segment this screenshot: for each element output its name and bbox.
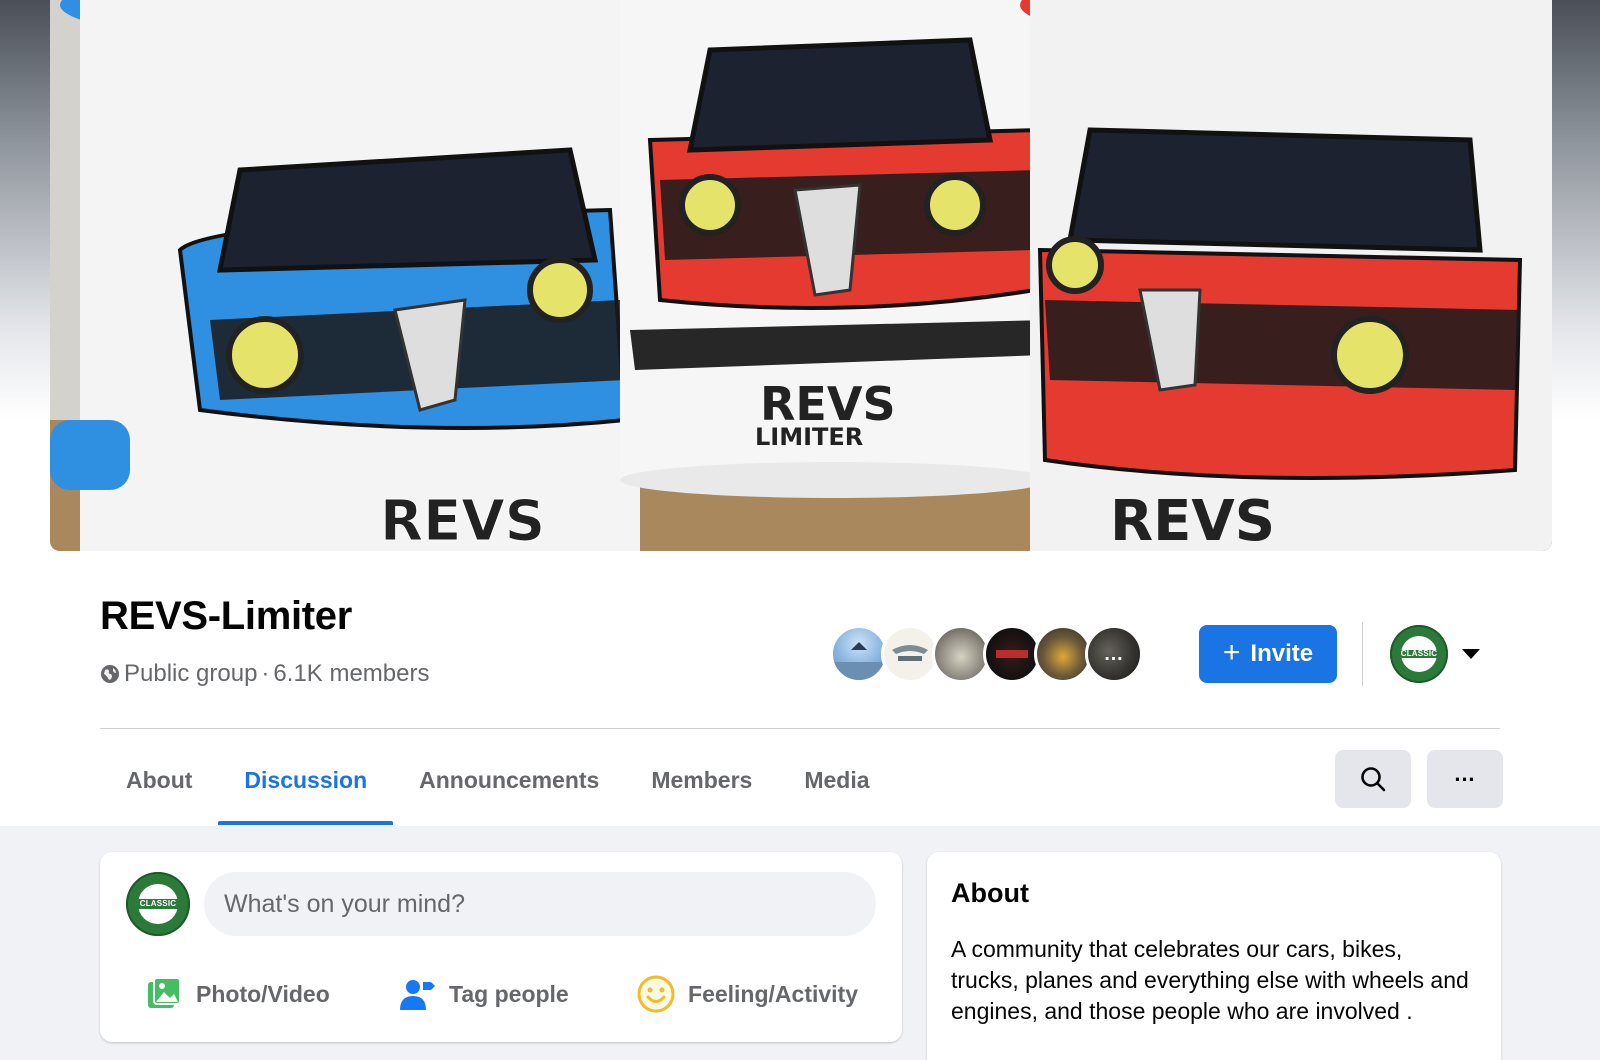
- about-card: About A community that celebrates our ca…: [927, 852, 1501, 1060]
- whats-on-your-mind-input[interactable]: What's on your mind?: [204, 872, 876, 936]
- member-avatar[interactable]: [830, 625, 888, 683]
- group-privacy[interactable]: Public group: [124, 660, 257, 688]
- avatar-image: [833, 642, 885, 680]
- profile-switcher[interactable]: CLASSIC: [1390, 625, 1482, 683]
- logo-text: CLASSIC: [1397, 649, 1441, 658]
- about-title: About: [951, 878, 1029, 908]
- group-name[interactable]: REVS-Limiter: [100, 594, 352, 639]
- tab-divider: [100, 728, 1500, 729]
- group-tabs: About Discussion Announcements Members M…: [100, 735, 896, 825]
- group-meta: Public group · 6.1K members: [100, 660, 429, 688]
- tag-people-button[interactable]: Tag people: [373, 964, 593, 1024]
- white-mug-illustration: REVS LIMITER: [620, 0, 1050, 498]
- search-icon: [1361, 767, 1386, 792]
- cover-image: REVS REVS LIMITER REVS: [50, 0, 1552, 551]
- feeling-activity-label: Feeling/Activity: [688, 980, 858, 1007]
- tag-people-label: Tag people: [449, 980, 569, 1007]
- avatar-image: [892, 645, 928, 661]
- svg-text:REVS: REVS: [1110, 489, 1275, 551]
- more-icon: …: [1453, 761, 1477, 786]
- profile-avatar: CLASSIC: [1390, 625, 1448, 683]
- header-divider: [1362, 622, 1363, 686]
- tab-about[interactable]: About: [100, 735, 218, 825]
- tab-announcements[interactable]: Announcements: [393, 735, 625, 825]
- feeling-icon: [637, 975, 675, 1013]
- red-mug-illustration: REVS: [1020, 0, 1552, 551]
- meta-separator: ·: [261, 660, 270, 687]
- invite-label: Invite: [1250, 640, 1314, 667]
- invite-button[interactable]: + Invite: [1199, 625, 1337, 683]
- tab-discussion[interactable]: Discussion: [218, 735, 393, 825]
- group-header: REVS REVS LIMITER REVS REVS-Limiter Publ…: [0, 0, 1600, 826]
- composer-avatar[interactable]: CLASSIC: [126, 872, 190, 936]
- svg-text:LIMITER: LIMITER: [755, 423, 863, 451]
- group-member-count[interactable]: 6.1K members: [273, 660, 429, 688]
- caret-down-icon: [1462, 649, 1480, 659]
- tag-people-icon: [400, 980, 436, 1010]
- member-avatar-more[interactable]: …: [1085, 625, 1143, 683]
- plus-icon: +: [1222, 635, 1241, 669]
- more-members-icon: …: [1088, 628, 1140, 680]
- tab-media[interactable]: Media: [778, 735, 895, 825]
- member-avatar[interactable]: [932, 625, 990, 683]
- svg-text:REVS: REVS: [380, 489, 545, 551]
- avatar-image: [996, 650, 1028, 658]
- blue-mug-illustration: REVS: [50, 0, 640, 551]
- photo-video-button[interactable]: Photo/Video: [120, 964, 354, 1024]
- photo-video-icon: [148, 977, 181, 1008]
- photo-video-label: Photo/Video: [196, 980, 330, 1007]
- post-composer: CLASSIC What's on your mind? Photo/Video…: [100, 852, 902, 1042]
- member-avatar[interactable]: [881, 625, 939, 683]
- search-button[interactable]: [1335, 750, 1411, 808]
- about-description: A community that celebrates our cars, bi…: [951, 936, 1469, 1024]
- globe-icon: [101, 665, 119, 683]
- member-avatar[interactable]: [1034, 625, 1092, 683]
- tab-members[interactable]: Members: [625, 735, 778, 825]
- cover-photo[interactable]: REVS REVS LIMITER REVS: [50, 0, 1552, 551]
- feeling-activity-button[interactable]: Feeling/Activity: [612, 964, 882, 1024]
- logo-text: CLASSIC: [134, 899, 182, 909]
- more-options-button[interactable]: …: [1427, 750, 1503, 808]
- composer-actions: Photo/Video Tag people Feeling/Activity: [120, 962, 882, 1026]
- member-avatars[interactable]: …: [830, 625, 1143, 683]
- member-avatar[interactable]: [983, 625, 1041, 683]
